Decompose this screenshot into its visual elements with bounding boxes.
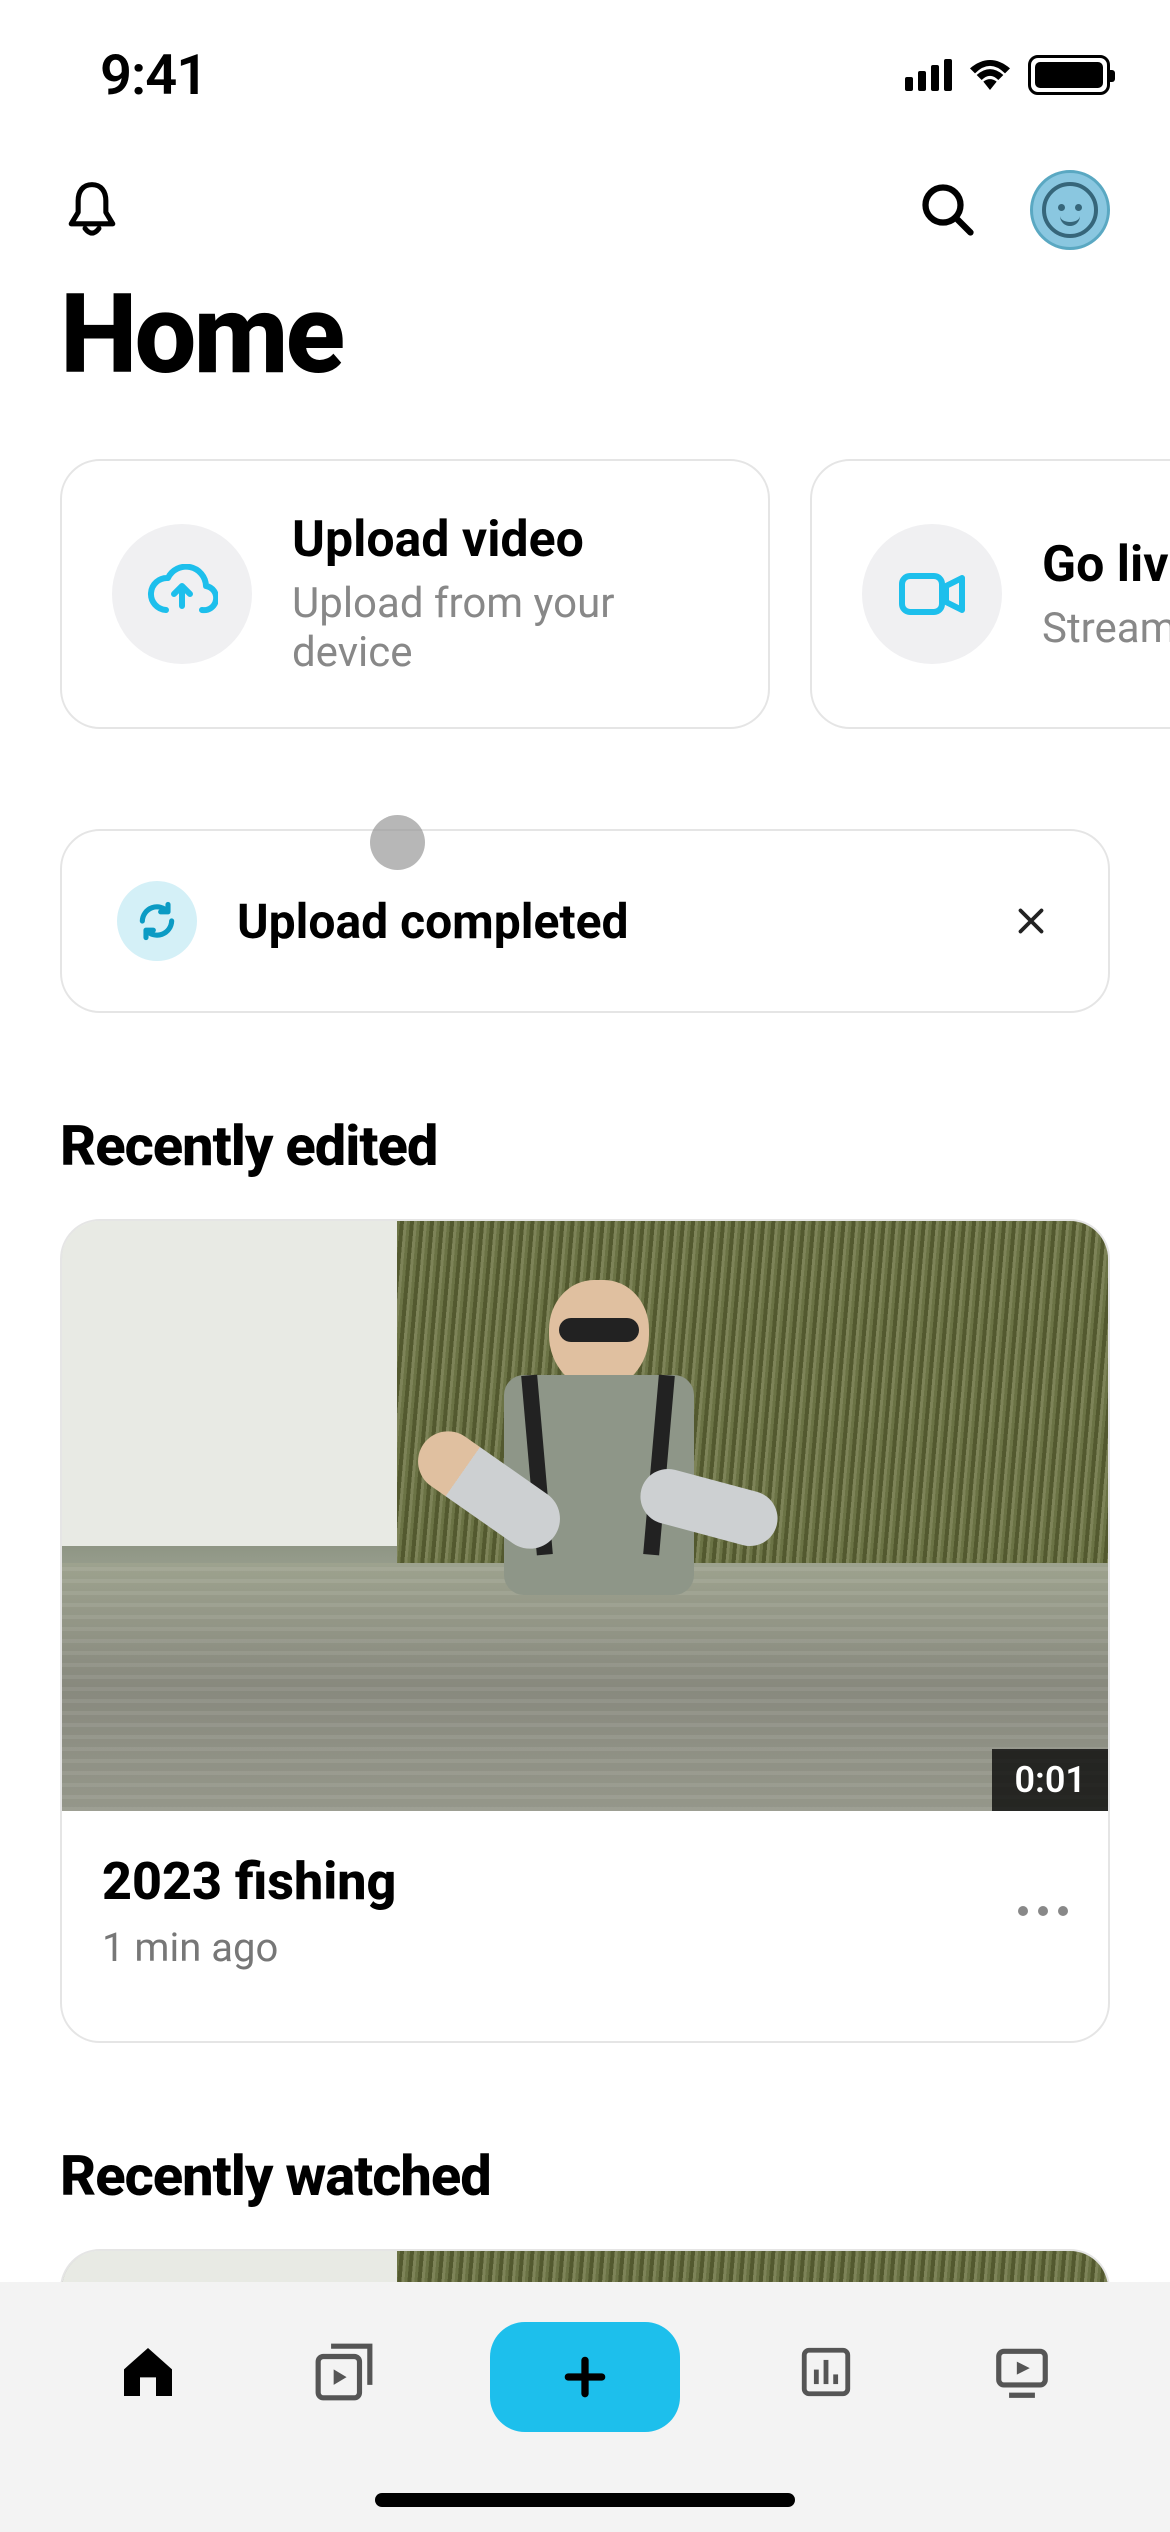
recently-edited-video-card[interactable]: 0:01 2023 fishing 1 min ago <box>60 1219 1110 2043</box>
dots-icon <box>1018 1906 1028 1916</box>
video-timestamp: 1 min ago <box>102 1924 396 1971</box>
cellular-signal-icon <box>905 59 952 91</box>
battery-icon <box>1028 55 1110 95</box>
profile-avatar-button[interactable] <box>1030 170 1110 250</box>
recently-edited-heading: Recently edited <box>0 1013 1170 1219</box>
wifi-icon <box>970 60 1010 90</box>
dismiss-banner-button[interactable] <box>1009 899 1053 943</box>
bar-chart-icon <box>797 2343 855 2401</box>
status-time: 9:41 <box>100 42 207 108</box>
home-indicator[interactable] <box>375 2493 795 2507</box>
plus-icon <box>560 2352 610 2402</box>
go-live-card[interactable]: Go live Stream a <box>810 459 1170 729</box>
cloud-upload-icon <box>112 524 252 664</box>
bottom-tab-bar <box>0 2282 1170 2532</box>
tab-watch[interactable] <box>972 2322 1072 2422</box>
search-button[interactable] <box>916 178 980 242</box>
video-thumbnail[interactable]: 0:01 <box>62 1221 1108 1811</box>
tab-library[interactable] <box>294 2322 394 2422</box>
tab-home[interactable] <box>98 2322 198 2422</box>
tab-create-button[interactable] <box>490 2322 680 2432</box>
refresh-icon <box>117 881 197 961</box>
upload-status-text: Upload completed <box>237 893 969 950</box>
recently-watched-heading: Recently watched <box>0 2043 1170 2249</box>
upload-status-banner[interactable]: Upload completed <box>60 829 1110 1013</box>
search-icon <box>918 180 978 240</box>
go-live-subtitle: Stream a <box>1042 604 1170 653</box>
monitor-play-icon <box>991 2341 1053 2403</box>
page-title: Home <box>0 270 1170 459</box>
video-camera-icon <box>862 524 1002 664</box>
video-more-button[interactable] <box>1018 1906 1068 1916</box>
video-duration-badge: 0:01 <box>992 1749 1108 1811</box>
avatar-face-icon <box>1042 182 1098 238</box>
quick-actions-row[interactable]: Upload video Upload from your device Go … <box>0 459 1170 729</box>
close-icon <box>1013 903 1049 939</box>
video-title: 2023 fishing <box>102 1851 396 1912</box>
status-bar: 9:41 <box>0 0 1170 130</box>
video-stack-icon <box>313 2341 375 2403</box>
header-toolbar <box>0 130 1170 270</box>
home-icon <box>116 2340 180 2404</box>
status-icons <box>905 55 1110 95</box>
upload-video-card[interactable]: Upload video Upload from your device <box>60 459 770 729</box>
tab-analytics[interactable] <box>776 2322 876 2422</box>
upload-video-subtitle: Upload from your device <box>292 579 718 677</box>
notifications-button[interactable] <box>60 178 124 242</box>
touch-indicator <box>370 815 425 870</box>
thumbnail-scene <box>62 1221 1108 1811</box>
go-live-title: Go live <box>1042 536 1170 594</box>
upload-video-title: Upload video <box>292 511 718 569</box>
bell-icon <box>64 180 120 240</box>
